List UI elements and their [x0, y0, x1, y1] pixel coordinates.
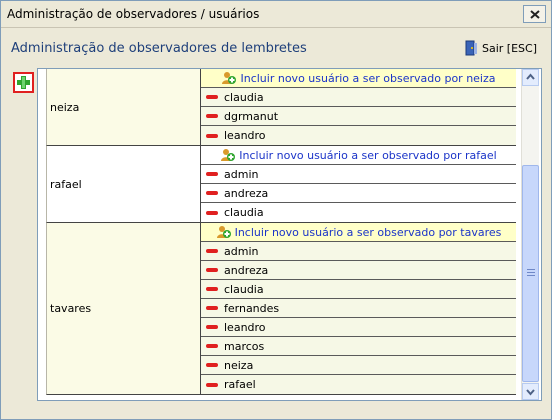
arrow-down-icon	[526, 389, 535, 396]
user-name: fernandes	[224, 301, 280, 315]
include-user-link[interactable]: Incluir novo usuário a ser observado por…	[201, 146, 516, 165]
minus-icon[interactable]	[206, 191, 218, 195]
observed-user-row: rafael	[201, 375, 516, 394]
window-title: Administração de observadores / usuários	[7, 7, 260, 21]
observed-users-list: Incluir novo usuário a ser observado por…	[201, 146, 516, 222]
user-name: rafael	[224, 378, 256, 391]
minus-icon[interactable]	[206, 325, 218, 329]
user-name: dgrmanut	[224, 109, 279, 123]
user-name: claudia	[224, 90, 264, 104]
observed-user-row: claudia	[201, 280, 516, 299]
exit-button[interactable]: Sair [ESC]	[465, 39, 537, 57]
observed-user-row: andreza	[201, 184, 516, 203]
grip-line	[527, 269, 535, 270]
plus-icon	[17, 76, 30, 89]
scroll-up-button[interactable]	[522, 69, 539, 86]
header: Administração de observadores de lembret…	[1, 28, 551, 66]
minus-icon[interactable]	[206, 268, 218, 272]
observed-users-list: Incluir novo usuário a ser observado por…	[201, 69, 516, 145]
title-bar: Administração de observadores / usuários	[1, 1, 551, 28]
user-name: leandro	[224, 129, 266, 142]
page-title: Administração de observadores de lembret…	[11, 41, 307, 56]
user-name: neiza	[224, 358, 254, 372]
user-name: claudia	[224, 206, 264, 219]
add-observer-button[interactable]	[13, 72, 34, 93]
user-name: andreza	[224, 263, 269, 277]
minus-icon[interactable]	[206, 382, 218, 387]
minus-icon[interactable]	[206, 344, 218, 348]
observer-name: rafael	[47, 146, 201, 222]
minus-icon[interactable]	[206, 287, 218, 291]
close-icon	[530, 10, 540, 19]
dialog-window: Administração de observadores / usuários…	[0, 0, 552, 420]
observed-user-row: admin	[201, 242, 516, 261]
user-name: leandro	[224, 320, 266, 334]
scroll-down-button[interactable]	[522, 383, 539, 400]
minus-icon[interactable]	[206, 95, 218, 99]
user-name: claudia	[224, 282, 264, 296]
include-user-label: Incluir novo usuário a ser observado por…	[234, 225, 502, 239]
user-name: andreza	[224, 186, 269, 200]
arrow-up-icon	[526, 73, 535, 80]
observers-panel: neiza Incluir novo usuário a ser observad…	[37, 68, 542, 401]
observed-user-row: dgrmanut	[201, 107, 516, 126]
minus-icon[interactable]	[206, 133, 218, 138]
observed-user-row: claudia	[201, 88, 516, 107]
observed-user-row: leandro	[201, 126, 516, 145]
observed-user-row: andreza	[201, 261, 516, 280]
observers-grid: neiza Incluir novo usuário a ser observad…	[46, 69, 516, 395]
observed-users-list: Incluir novo usuário a ser observado por…	[201, 223, 516, 394]
observer-name: neiza	[47, 69, 201, 145]
observer-group: rafael Incluir novo usuário a ser observa…	[46, 146, 516, 223]
observer-name: tavares	[47, 223, 201, 394]
minus-icon[interactable]	[206, 249, 218, 253]
include-user-link[interactable]: Incluir novo usuário a ser observado por…	[201, 223, 516, 242]
observed-user-row: marcos	[201, 337, 516, 356]
minus-icon[interactable]	[206, 114, 218, 118]
user-name: admin	[224, 167, 259, 181]
vertical-scrollbar[interactable]	[521, 69, 539, 400]
add-user-icon	[221, 149, 236, 161]
user-name: admin	[224, 244, 259, 258]
include-user-label: Incluir novo usuário a ser observado por…	[240, 71, 496, 85]
observer-group: tavares Incluir novo usuário a ser observ…	[46, 223, 516, 395]
scroll-thumb[interactable]	[522, 165, 539, 382]
observed-user-row: leandro	[201, 318, 516, 337]
user-name: marcos	[224, 339, 265, 353]
observed-user-row: fernandes	[201, 299, 516, 318]
minus-icon[interactable]	[206, 306, 218, 310]
observed-user-row: admin	[201, 165, 516, 184]
include-user-label: Incluir novo usuário a ser observado por…	[239, 148, 497, 162]
minus-icon[interactable]	[206, 363, 218, 367]
observed-user-row: neiza	[201, 356, 516, 375]
close-button[interactable]	[523, 5, 546, 23]
observer-group: neiza Incluir novo usuário a ser observad…	[46, 69, 516, 146]
minus-icon[interactable]	[206, 210, 218, 215]
minus-icon[interactable]	[206, 172, 218, 176]
door-exit-icon	[465, 40, 477, 56]
add-user-icon	[216, 226, 231, 238]
observed-user-row: claudia	[201, 203, 516, 222]
grip-line	[527, 272, 535, 273]
include-user-link[interactable]: Incluir novo usuário a ser observado por…	[201, 69, 516, 88]
add-user-icon	[222, 72, 237, 84]
grip-line	[527, 275, 535, 276]
exit-label: Sair [ESC]	[482, 41, 537, 55]
